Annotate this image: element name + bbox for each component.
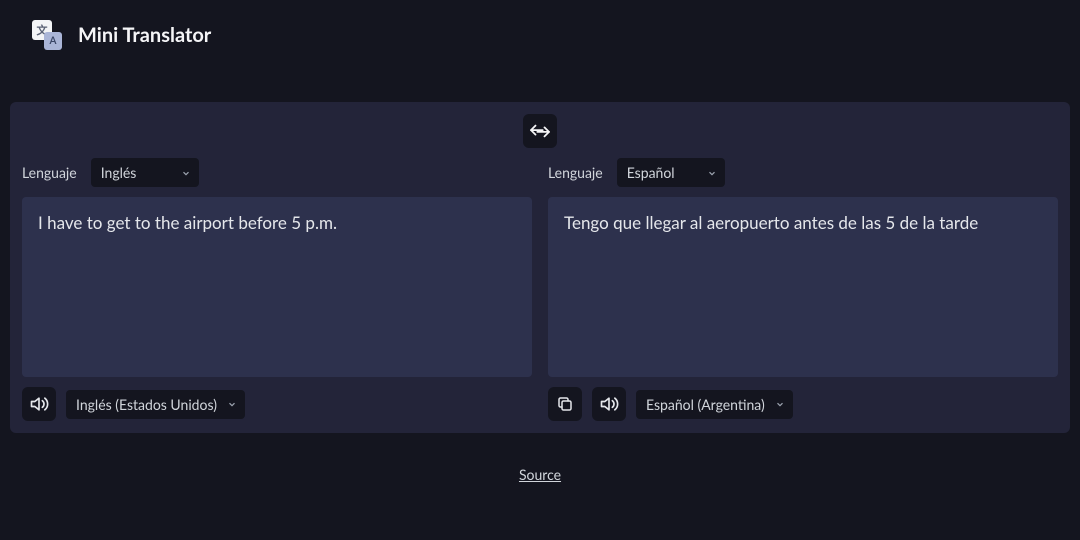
footer: Source [0, 465, 1080, 484]
chevron-down-icon [707, 168, 717, 178]
target-voice-select[interactable]: Español (Argentina) [636, 390, 793, 419]
source-column: Lenguaje Inglés In [22, 158, 532, 421]
source-voice-value: Inglés (Estados Unidos) [76, 396, 217, 413]
copy-icon [556, 395, 574, 413]
chevron-down-icon [775, 399, 785, 409]
speaker-icon [29, 394, 49, 414]
speaker-icon [599, 394, 619, 414]
source-speak-button[interactable] [22, 387, 56, 421]
app-logo-icon: 文 A [32, 20, 62, 50]
app-title: Mini Translator [78, 23, 211, 47]
target-voice-value: Español (Argentina) [646, 396, 765, 413]
source-text-input[interactable] [22, 197, 532, 377]
target-speak-button[interactable] [592, 387, 626, 421]
source-lang-value: Inglés [101, 164, 137, 181]
target-lang-value: Español [627, 164, 675, 181]
chevron-down-icon [227, 399, 237, 409]
target-lang-select[interactable]: Español [617, 158, 725, 187]
target-column: Lenguaje Español Tengo que llegar al aer… [548, 158, 1058, 421]
chevron-down-icon [181, 168, 191, 178]
translator-panel: Lenguaje Inglés In [10, 102, 1070, 433]
target-text-output: Tengo que llegar al aeropuerto antes de … [548, 197, 1058, 377]
source-lang-select[interactable]: Inglés [91, 158, 199, 187]
swap-icon [529, 122, 551, 140]
target-lang-label: Lenguaje [548, 164, 603, 181]
source-voice-select[interactable]: Inglés (Estados Unidos) [66, 390, 245, 419]
logo-glyph-2: A [44, 32, 62, 50]
source-lang-label: Lenguaje [22, 164, 77, 181]
swap-languages-button[interactable] [523, 114, 557, 148]
source-link[interactable]: Source [519, 466, 561, 483]
app-header: 文 A Mini Translator [0, 0, 1080, 70]
copy-button[interactable] [548, 387, 582, 421]
